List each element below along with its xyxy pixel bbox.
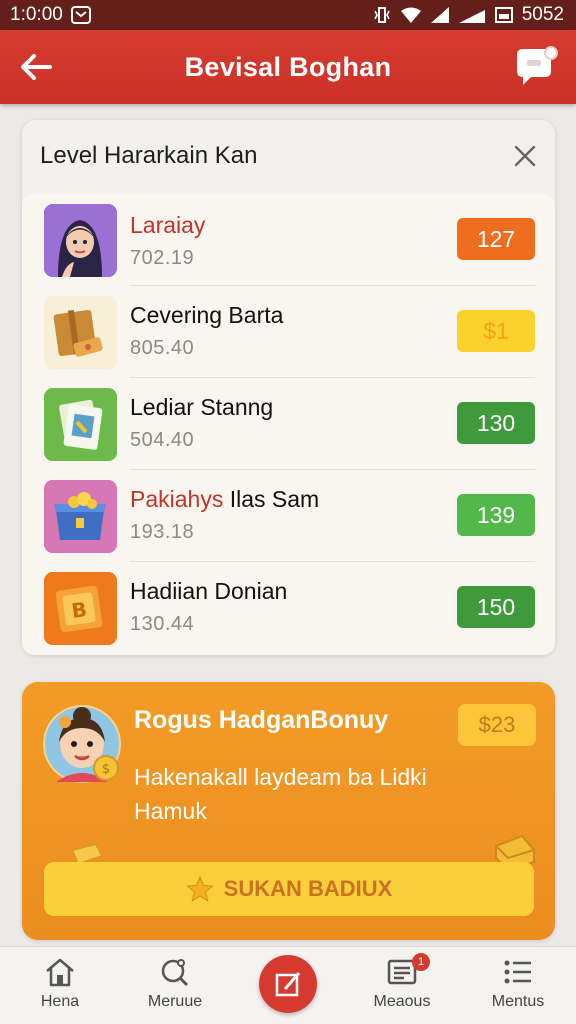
battery-text: 5052 bbox=[521, 4, 564, 25]
signal-icon bbox=[430, 6, 450, 24]
bottom-nav: Hena Meruue 1 Meaous Mentus bbox=[0, 946, 576, 1024]
list-item-sub: 702.19 bbox=[130, 247, 195, 269]
level-list: Laraiay 702.19 127 Cevering Barta 805.40 bbox=[22, 194, 555, 655]
treasure-box-icon bbox=[44, 480, 117, 553]
nav-item-search[interactable]: Meruue bbox=[125, 957, 225, 1011]
bonus-title: Rogus HadganBonuy bbox=[134, 706, 389, 734]
list-item-sub: 130.44 bbox=[130, 613, 195, 635]
list-item-name-highlight: Pakiahys bbox=[130, 486, 224, 512]
avatar-girl-icon bbox=[44, 204, 117, 277]
price-badge[interactable]: $1 bbox=[457, 310, 535, 352]
price-badge[interactable]: 139 bbox=[457, 494, 535, 536]
nav-label-menu: Mentus bbox=[491, 993, 545, 1010]
list-item-name-rest: Ilas Sam bbox=[223, 486, 320, 512]
close-button[interactable] bbox=[511, 142, 539, 170]
bonus-description: Hakenakall laydeam ba Lidki Hamuk bbox=[134, 764, 427, 824]
gold-block-icon: B bbox=[44, 572, 117, 645]
message-icon bbox=[70, 6, 91, 24]
list-item-cevering-barta[interactable]: Cevering Barta 805.40 $1 bbox=[22, 286, 555, 378]
status-bar: 1:0:00 5052 bbox=[0, 0, 576, 30]
nav-item-home[interactable]: Hena bbox=[10, 957, 110, 1011]
list-item-name: Lediar Stanng bbox=[130, 394, 274, 420]
list-item-name: Cevering Barta bbox=[130, 302, 284, 328]
chat-bubble-icon bbox=[517, 46, 558, 85]
battery-icon bbox=[494, 6, 514, 24]
list-item-sub: 504.40 bbox=[130, 429, 195, 451]
list-item-sub: 805.40 bbox=[130, 337, 195, 359]
nav-item-menu[interactable]: Mentus bbox=[468, 957, 568, 1011]
status-time: 1:0:00 bbox=[10, 4, 63, 25]
home-icon bbox=[46, 958, 74, 987]
wifi-icon bbox=[400, 6, 422, 24]
level-card: Level Hararkain Kan Laraiay 702.19 127 C… bbox=[22, 120, 555, 655]
list-item-pakiahys-ilas-sam[interactable]: Pakiahys Ilas Sam 193.18 139 bbox=[22, 470, 555, 562]
price-badge[interactable]: 130 bbox=[457, 402, 535, 444]
search-icon bbox=[161, 959, 189, 987]
level-title: Level Hararkain Kan bbox=[40, 142, 258, 169]
claim-bonus-button[interactable]: SUKAN BADIUX bbox=[44, 862, 534, 916]
app-bar: Bevisal Boghan bbox=[0, 30, 576, 104]
menu-icon bbox=[504, 960, 531, 984]
price-badge[interactable]: 127 bbox=[457, 218, 535, 260]
edit-icon bbox=[275, 972, 301, 997]
list-item-sub: 193.18 bbox=[130, 521, 195, 543]
avatar-girl-coin-icon: $ bbox=[42, 702, 146, 806]
close-icon bbox=[514, 145, 536, 167]
claim-bonus-label: SUKAN BADIUX bbox=[223, 876, 393, 901]
package-icon bbox=[44, 296, 117, 369]
nav-item-news[interactable]: 1 Meaous bbox=[352, 953, 452, 1011]
price-badge[interactable]: 150 bbox=[457, 586, 535, 628]
vibrate-icon bbox=[372, 6, 392, 24]
level-header: Level Hararkain Kan bbox=[22, 120, 555, 192]
card-stack-icon bbox=[44, 388, 117, 461]
notification-badge: 1 bbox=[412, 953, 430, 971]
list-item-name: Hadiian Donian bbox=[130, 578, 288, 604]
bonus-card: $ Rogus HadganBonuy $23 Hakenakall layde… bbox=[22, 682, 555, 940]
list-item-name: Laraiay bbox=[130, 212, 206, 238]
list-item-laraiay[interactable]: Laraiay 702.19 127 bbox=[22, 194, 555, 286]
nav-label-home: Hena bbox=[40, 993, 80, 1010]
nav-item-edit[interactable] bbox=[259, 955, 317, 1013]
nav-label-search: Meruue bbox=[147, 993, 203, 1010]
list-item-lediar-stanng[interactable]: Lediar Stanng 504.40 130 bbox=[22, 378, 555, 470]
star-icon bbox=[185, 875, 214, 903]
page-title: Bevisal Boghan bbox=[184, 51, 392, 82]
nav-label-news: Meaous bbox=[373, 993, 431, 1010]
bonus-price-badge[interactable]: $23 bbox=[458, 704, 536, 746]
back-arrow-icon bbox=[21, 54, 52, 80]
back-button[interactable] bbox=[18, 50, 54, 84]
signal-icon-2 bbox=[458, 6, 486, 24]
svg-text:$: $ bbox=[102, 762, 110, 777]
list-item-name: Pakiahys Ilas Sam bbox=[130, 486, 319, 513]
list-item-hadiian-donian[interactable]: B Hadiian Donian 130.44 150 bbox=[22, 562, 555, 654]
chat-button[interactable] bbox=[510, 42, 560, 92]
